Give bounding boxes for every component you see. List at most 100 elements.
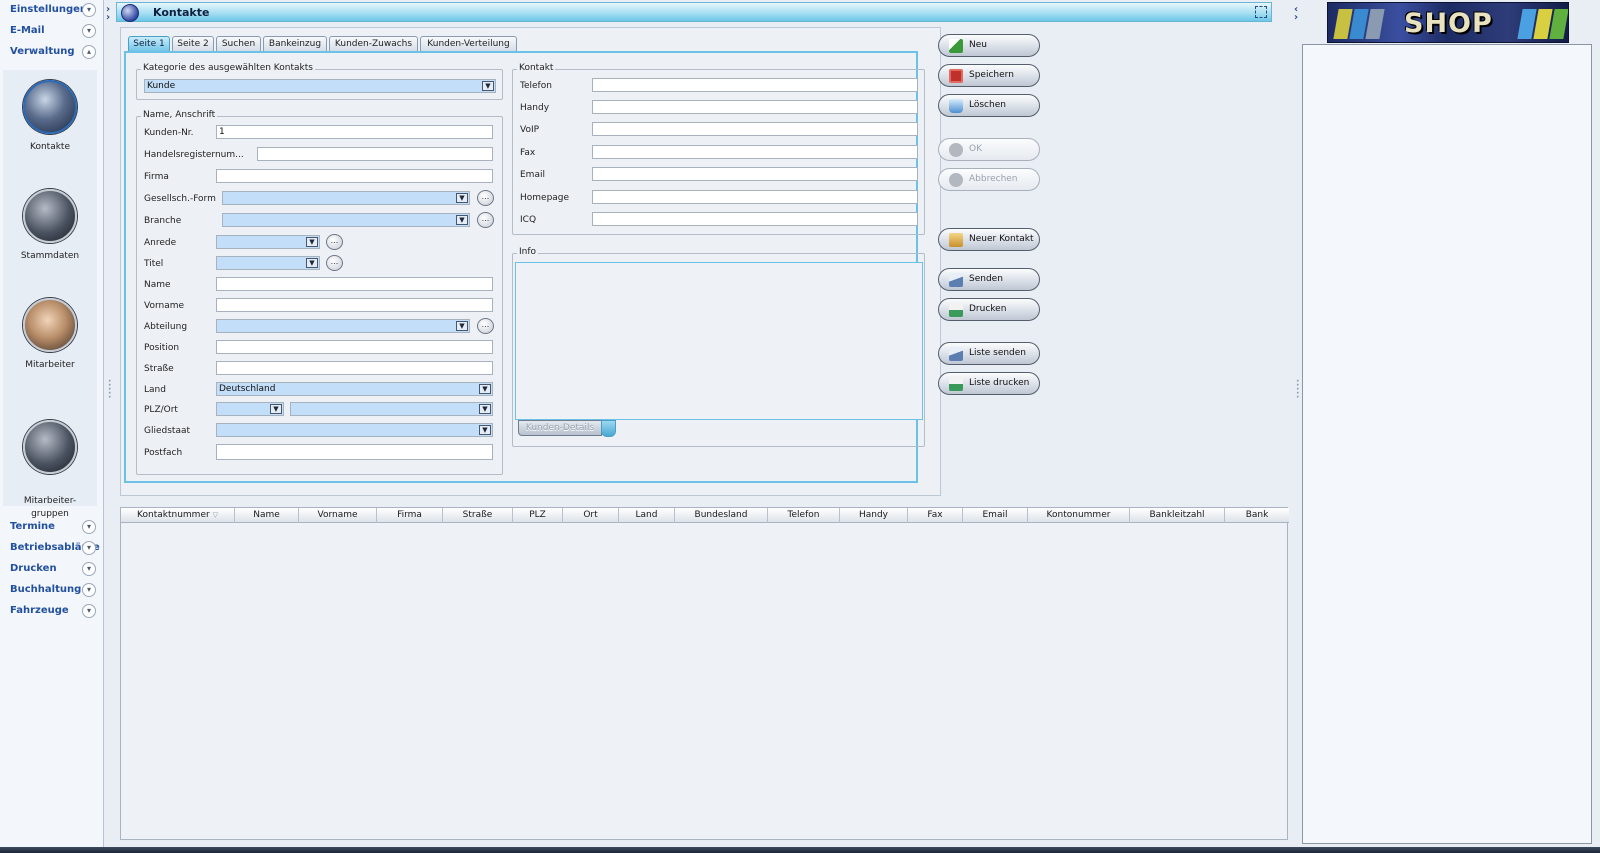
left-splitter-grip[interactable]: · · · · ·: [108, 378, 111, 403]
firma-input[interactable]: [216, 169, 493, 183]
kategorie-select[interactable]: Kunde ▼: [144, 79, 496, 93]
handelsregister-input[interactable]: [257, 147, 493, 161]
ok-button[interactable]: OK: [938, 138, 1040, 161]
tab-bankeinzug[interactable]: Bankeinzug: [263, 36, 327, 52]
homepage-label: Homepage: [520, 193, 570, 203]
position-input[interactable]: [216, 340, 493, 354]
voip-label: VoIP: [520, 125, 540, 135]
gliedstaat-label: Gliedstaat: [144, 426, 191, 436]
column-header-firma[interactable]: Firma: [377, 508, 443, 523]
icq-input[interactable]: [592, 212, 918, 226]
loeschen-button[interactable]: Löschen: [938, 94, 1040, 117]
nav-header-buchhaltung[interactable]: Buchhaltung ▾: [0, 580, 102, 600]
expand-right-arrow-icon[interactable]: ›: [1294, 12, 1298, 23]
gesellsch-select[interactable]: ▼: [222, 191, 470, 205]
email-input[interactable]: [592, 167, 918, 181]
kunden-details-handle[interactable]: [601, 420, 616, 437]
nav-header-fahrzeuge[interactable]: Fahrzeuge ▾: [0, 601, 102, 621]
column-header-plz[interactable]: PLZ: [513, 508, 563, 523]
homepage-input[interactable]: [592, 190, 918, 204]
tab-seite-2[interactable]: Seite 2: [172, 36, 214, 52]
contacts-grid[interactable]: Kontaktnummer ▽ Name Vorname Firma Straß…: [120, 507, 1289, 840]
info-textarea[interactable]: [515, 262, 923, 420]
address-book-icon: [23, 80, 77, 134]
telefon-input[interactable]: [592, 78, 918, 92]
abbrechen-button[interactable]: Abbrechen: [938, 168, 1040, 191]
column-header-strasse[interactable]: Straße: [443, 508, 513, 523]
column-header-bankleitzahl[interactable]: Bankleitzahl: [1130, 508, 1225, 523]
sidebar-item-mitarbeiter[interactable]: Mitarbeiter: [3, 298, 97, 370]
gesellsch-more-button[interactable]: ...: [477, 190, 494, 206]
branche-select[interactable]: ▼: [222, 213, 470, 227]
employee-photo-icon: [23, 298, 77, 352]
navigation-sidebar: Einstellungen ▾ E-Mail ▾ Verwaltung ▴ Konta…: [0, 0, 104, 853]
titel-more-button[interactable]: ...: [326, 255, 343, 271]
abteilung-more-button[interactable]: ...: [477, 318, 494, 334]
shop-banner[interactable]: SHOP: [1327, 2, 1569, 43]
column-header-telefon[interactable]: Telefon: [768, 508, 840, 523]
handy-input[interactable]: [592, 100, 918, 114]
name-input[interactable]: [216, 277, 493, 291]
ort-select[interactable]: ▼: [290, 402, 493, 416]
nav-header-einstellungen[interactable]: Einstellungen ▾: [0, 0, 102, 20]
sidebar-item-stammdaten[interactable]: Stammdaten: [3, 189, 97, 261]
info-legend: Info: [517, 247, 539, 257]
titel-select[interactable]: ▼: [216, 256, 320, 270]
column-header-vorname[interactable]: Vorname: [299, 508, 377, 523]
strasse-input[interactable]: [216, 361, 493, 375]
nav-header-termine[interactable]: Termine ▾: [0, 517, 102, 537]
column-header-email[interactable]: Email: [963, 508, 1028, 523]
anrede-select[interactable]: ▼: [216, 235, 320, 249]
column-header-bank[interactable]: Bank: [1225, 508, 1289, 523]
abteilung-select[interactable]: ▼: [216, 319, 470, 333]
chevron-down-icon: ▾: [82, 3, 96, 17]
expand-left-arrow-icon[interactable]: ›: [106, 12, 110, 23]
column-header-ort[interactable]: Ort: [563, 508, 619, 523]
tab-kunden-zuwachs[interactable]: Kunden-Zuwachs: [329, 36, 418, 52]
neuer-kontakt-button[interactable]: Neuer Kontakt: [938, 228, 1040, 251]
speichern-button[interactable]: Speichern: [938, 64, 1040, 87]
right-splitter-grip[interactable]: · · · · ·: [1296, 378, 1299, 403]
drucken-button[interactable]: Drucken: [938, 298, 1040, 321]
position-label: Position: [144, 343, 180, 353]
column-header-land[interactable]: Land: [619, 508, 675, 523]
nav-header-betriebsablaeufe[interactable]: Betriebsabläufe ▾: [0, 538, 102, 558]
chevron-down-icon: ▾: [82, 562, 96, 576]
anrede-more-button[interactable]: ...: [326, 234, 343, 250]
neu-button[interactable]: Neu: [938, 34, 1040, 57]
postfach-input[interactable]: [216, 444, 493, 460]
liste-senden-button[interactable]: Liste senden: [938, 342, 1040, 365]
kunden-nr-input[interactable]: 1: [216, 125, 493, 139]
nav-header-drucken[interactable]: Drucken ▾: [0, 559, 102, 579]
kunden-details-tab[interactable]: Kunden-Details: [518, 420, 602, 436]
column-header-fax[interactable]: Fax: [908, 508, 963, 523]
column-header-handy[interactable]: Handy: [840, 508, 908, 523]
column-header-bundesland[interactable]: Bundesland: [675, 508, 768, 523]
sidebar-item-mitarbeitergruppen[interactable]: Mitarbeiter- gruppen: [3, 407, 97, 534]
nav-header-email[interactable]: E-Mail ▾: [0, 21, 102, 41]
tab-suchen[interactable]: Suchen: [216, 36, 261, 52]
product-box-icon: [1549, 9, 1568, 39]
nav-header-verwaltung[interactable]: Verwaltung ▴: [0, 42, 102, 62]
branche-more-button[interactable]: ...: [477, 212, 494, 228]
liste-drucken-button[interactable]: Liste drucken: [938, 372, 1040, 395]
fax-input[interactable]: [592, 145, 918, 159]
sidebar-item-label: Mitarbeiter: [25, 360, 75, 370]
chevron-down-icon: ▼: [482, 81, 494, 91]
column-header-kontonummer[interactable]: Kontonummer: [1028, 508, 1130, 523]
senden-button[interactable]: Senden: [938, 268, 1040, 291]
vorname-input[interactable]: [216, 298, 493, 312]
gliedstaat-select[interactable]: ▼: [216, 423, 493, 437]
maximize-icon[interactable]: [1255, 6, 1267, 18]
sidebar-item-kontakte[interactable]: Kontakte: [3, 80, 97, 152]
column-header-kontaktnummer[interactable]: Kontaktnummer ▽: [121, 508, 235, 523]
tab-seite-1[interactable]: Seite 1: [128, 36, 170, 52]
land-select[interactable]: Deutschland ▼: [216, 382, 493, 396]
window-title-bar: Kontakte: [116, 2, 1272, 22]
column-header-name[interactable]: Name: [235, 508, 299, 523]
name-label: Name: [144, 280, 171, 290]
voip-input[interactable]: [592, 122, 918, 136]
tab-kunden-verteilung[interactable]: Kunden-Verteilung: [420, 36, 517, 52]
plz-select[interactable]: ▼: [216, 402, 284, 416]
nav-header-label: Buchhaltung: [10, 584, 82, 595]
